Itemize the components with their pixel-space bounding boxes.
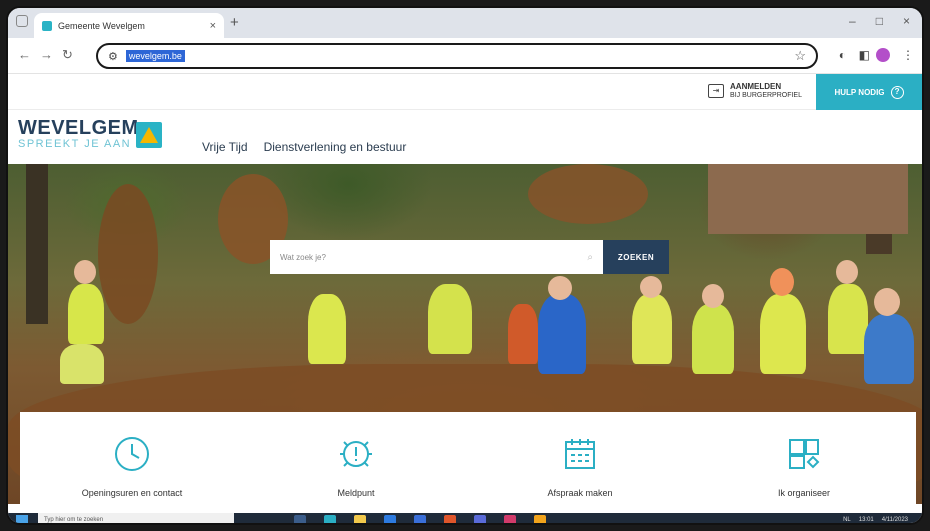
child <box>864 314 914 384</box>
login-sublabel: BIJ BURGERPROFIEL <box>730 92 802 99</box>
help-icon: ? <box>890 85 904 99</box>
start-button[interactable] <box>16 515 28 523</box>
logo-mark-icon <box>136 122 162 148</box>
organize-icon <box>789 439 820 469</box>
child <box>428 284 472 354</box>
child <box>538 294 586 374</box>
new-tab-button[interactable]: + <box>230 14 239 31</box>
search-icon: ⌕ <box>587 251 593 263</box>
address-bar[interactable]: ⚙ wevelgem.be ☆ <box>96 43 818 69</box>
teams-icon[interactable] <box>474 515 486 523</box>
extensions-icon[interactable]: ◐ <box>839 48 846 62</box>
site-topbar: ⇥ AANMELDEN BIJ BURGERPROFIEL HULP NODIG… <box>8 74 922 110</box>
quick-link-afspraak[interactable]: Afspraak maken <box>468 412 692 512</box>
minimize-button[interactable]: – <box>849 14 856 28</box>
windows-taskbar: Typ hier om te zoeken NL 13:01 4/11/2023 <box>8 513 922 523</box>
nav-item-dienstverlening[interactable]: Dienstverlening en bestuur <box>264 140 407 154</box>
child <box>692 304 734 374</box>
task-view-icon[interactable] <box>294 515 306 523</box>
site-header: WEVELGEM SPREEKT JE AAN Vrije Tijd Diens… <box>8 110 922 164</box>
quick-link-organiseer[interactable]: Ik organiseer <box>692 412 916 512</box>
site-info-icon[interactable]: ⚙ <box>108 50 118 63</box>
sidebar-icon[interactable]: ◧ <box>859 48 870 62</box>
quick-link-label: Openingsuren en contact <box>81 488 183 498</box>
taskbar-search[interactable]: Typ hier om te zoeken <box>38 513 234 523</box>
quick-link-label: Ik organiseer <box>777 488 831 498</box>
system-tray: NL 13:01 4/11/2023 <box>843 517 908 523</box>
clock-icon <box>115 437 149 471</box>
taskbar-apps <box>294 515 546 523</box>
child <box>60 344 104 384</box>
url-text[interactable]: wevelgem.be <box>125 50 185 62</box>
login-link[interactable]: ⇥ AANMELDEN BIJ BURGERPROFIEL <box>708 82 802 100</box>
child <box>760 294 806 374</box>
quick-link-meldpunt[interactable]: Meldpunt <box>244 412 468 512</box>
close-window-button[interactable]: × <box>903 14 910 28</box>
maximize-button[interactable]: □ <box>876 14 883 28</box>
reload-icon[interactable]: ↻ <box>62 47 73 63</box>
child <box>308 294 346 364</box>
child <box>508 304 538 364</box>
tab-close-icon[interactable]: × <box>210 20 216 32</box>
menu-icon[interactable]: ⋮ <box>902 48 914 62</box>
back-icon[interactable]: ← <box>18 47 31 62</box>
browser-window: Gemeente Wevelgem × + – □ × ← → ↻ ⚙ weve… <box>6 6 924 525</box>
search-input[interactable]: Wat zoek je? ⌕ <box>270 240 603 274</box>
quick-link-openingsuren[interactable]: Openingsuren en contact <box>20 412 244 512</box>
edge-icon[interactable] <box>324 515 336 523</box>
window-controls: – □ × <box>849 14 910 28</box>
quick-link-label: Meldpunt <box>337 488 375 498</box>
logo-title: WEVELGEM <box>18 117 139 139</box>
tab-strip: Gemeente Wevelgem × + – □ × <box>8 8 922 38</box>
leaves <box>98 184 158 324</box>
app-icon[interactable] <box>504 515 516 523</box>
favicon-icon <box>42 20 52 31</box>
chrome-icon[interactable] <box>444 515 456 523</box>
main-nav: Vrije Tijd Dienstverlening en bestuur <box>202 140 406 154</box>
calendar-icon <box>565 439 595 469</box>
language-indicator[interactable]: NL <box>843 517 851 523</box>
search-button[interactable]: ZOEKEN <box>603 240 669 274</box>
login-icon: ⇥ <box>708 84 725 98</box>
login-label: AANMELDEN <box>730 82 782 91</box>
app-icon[interactable] <box>534 515 546 523</box>
nav-item-vrije-tijd[interactable]: Vrije Tijd <box>202 140 248 154</box>
browser-toolbar: ← → ↻ ⚙ wevelgem.be ☆ ◐ ◧ ⋮ <box>8 38 922 74</box>
forward-icon[interactable]: → <box>40 47 53 62</box>
clock-date[interactable]: 4/11/2023 <box>882 517 908 523</box>
bookmark-star-icon[interactable]: ☆ <box>794 48 806 64</box>
search-placeholder: Wat zoek je? <box>280 252 326 262</box>
help-button[interactable]: HULP NODIG ? <box>816 74 922 110</box>
tree-trunk <box>26 164 48 324</box>
child <box>632 294 672 364</box>
child <box>828 284 868 354</box>
leaves <box>528 164 648 224</box>
logo-tagline: SPREEKT JE AAN <box>18 138 132 150</box>
help-label: HULP NODIG <box>834 87 885 97</box>
child <box>68 284 104 344</box>
tab-search-icon[interactable] <box>16 15 28 27</box>
store-icon[interactable] <box>384 515 396 523</box>
explorer-icon[interactable] <box>354 515 366 523</box>
building-wall <box>708 164 908 234</box>
quick-links: Openingsuren en contact Meldpunt Afspraa… <box>20 412 916 512</box>
browser-tab[interactable]: Gemeente Wevelgem × <box>34 13 224 38</box>
taskbar-search-placeholder: Typ hier om te zoeken <box>44 517 104 523</box>
tab-title: Gemeente Wevelgem <box>58 20 145 31</box>
alert-icon <box>340 441 372 467</box>
clock-time[interactable]: 13:01 <box>859 517 874 523</box>
quick-link-label: Afspraak maken <box>547 488 613 498</box>
profile-avatar[interactable] <box>876 48 890 62</box>
site-logo[interactable]: WEVELGEM SPREEKT JE AAN <box>18 118 139 150</box>
mail-icon[interactable] <box>414 515 426 523</box>
